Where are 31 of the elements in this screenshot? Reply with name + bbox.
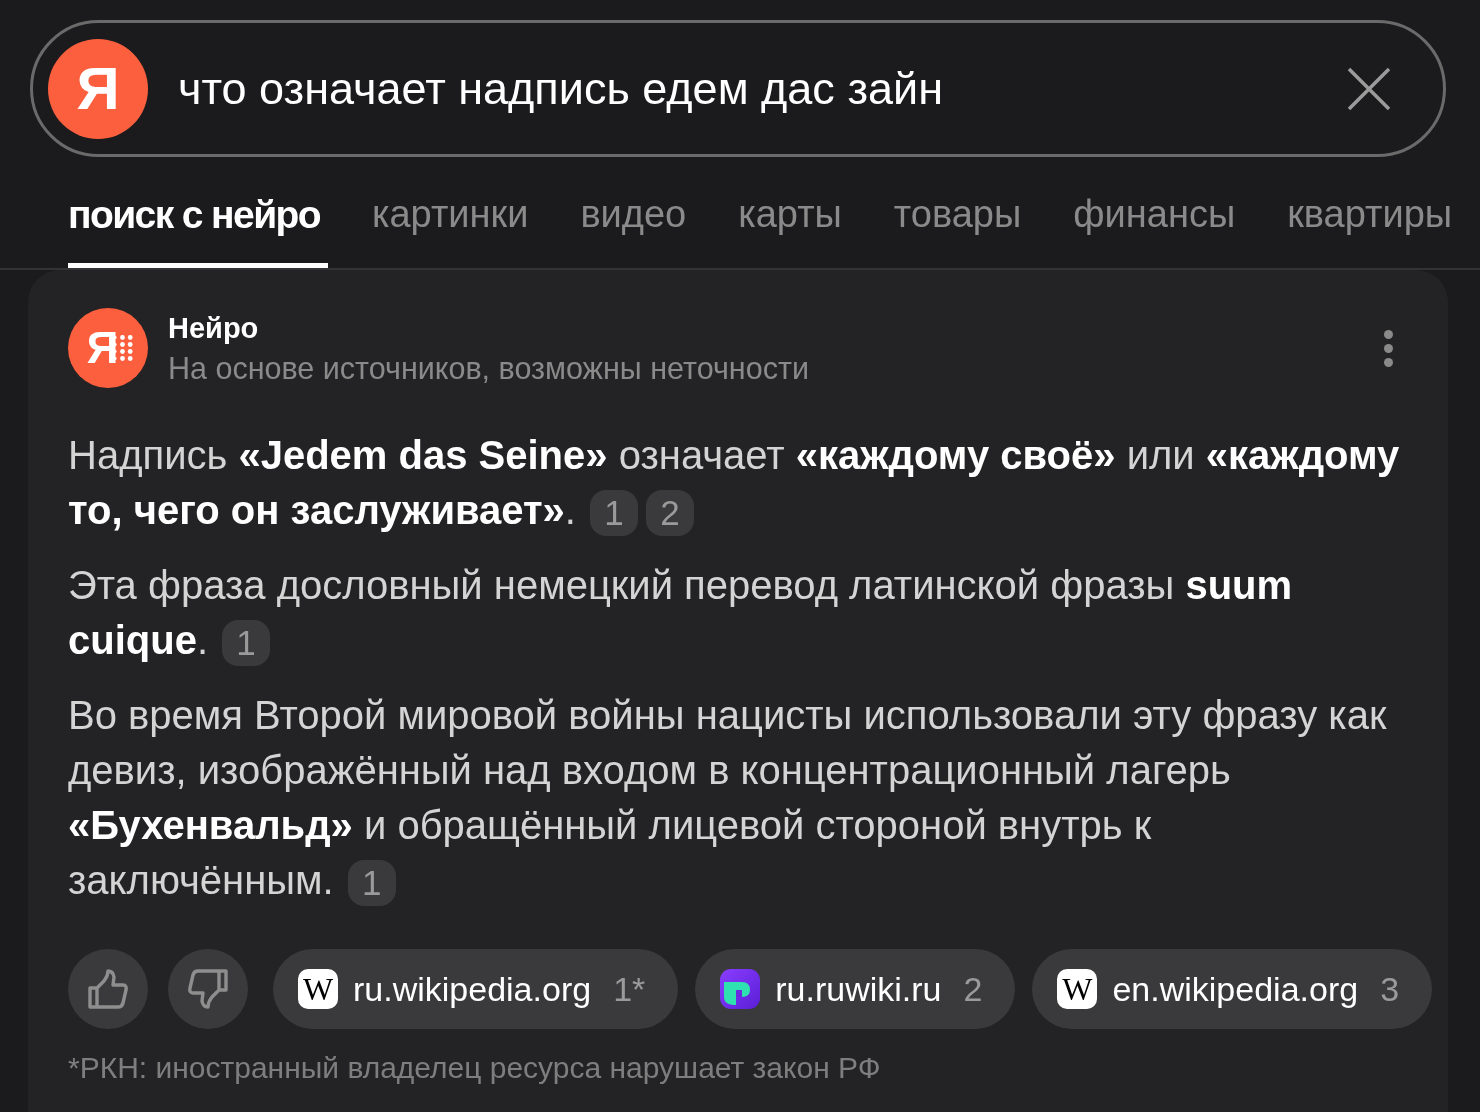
tab[interactable]: товары	[893, 157, 1022, 268]
more-icon	[1384, 329, 1393, 367]
site-icon	[720, 969, 761, 1009]
source-link[interactable]: W en.wikipedia.org 3	[1032, 949, 1433, 1029]
source-link[interactable]: ru.ruwiki.ru 2	[695, 949, 1016, 1029]
tab[interactable]: видео	[580, 157, 687, 268]
tab[interactable]: карты	[738, 157, 842, 268]
thumbs-down-icon	[187, 968, 229, 1010]
source-link[interactable]: W ru.wikipedia.org 1*	[273, 949, 679, 1029]
logo[interactable]: Я	[48, 38, 148, 139]
site-favicon: W	[1057, 969, 1098, 1009]
citation-link[interactable]: 1	[347, 860, 396, 907]
tab[interactable]: квартиры	[1287, 157, 1453, 268]
tab[interactable]: картинки	[372, 157, 529, 268]
answer-paragraph: Во время Второй мировой войны нацисты использовали эту фразу как девиз, изображённый над входом в концентрационный лагерь «Бухенвальд» и обращённый лицевой стороной внутрь к заключённым. 1	[68, 688, 1418, 908]
answer-paragraph: Эта фраза дословный немецкий перевод латинской фразы suum cuique. 1	[68, 558, 1418, 668]
answer-subtitle: На основе источников, возможны неточности	[168, 350, 809, 387]
thumbs-up-icon	[87, 968, 129, 1010]
answer-paragraph: Надпись «Jedem das Seine» означает «каждому своё» или «каждому то, чего он заслуживает». 1 2	[68, 428, 1418, 538]
search-field[interactable]: Я что означает надпись едем дас зайн	[30, 20, 1446, 157]
neuro-logo: Я	[68, 308, 148, 388]
close-icon	[1347, 66, 1391, 111]
answer-title: Нейро	[168, 311, 259, 346]
search-input[interactable]: что означает надпись едем дас зайн	[178, 58, 1347, 119]
tab[interactable]: финансы	[1073, 157, 1236, 268]
citation-link[interactable]: 1	[222, 620, 271, 667]
clear-button[interactable]	[1347, 66, 1391, 111]
site-favicon: W	[298, 969, 338, 1009]
footnote: *РКН: иностранный владелец ресурса нарушает закон РФ	[68, 1050, 882, 1086]
citation-link[interactable]: 1	[590, 490, 638, 537]
citation-link[interactable]: 2	[646, 490, 694, 537]
